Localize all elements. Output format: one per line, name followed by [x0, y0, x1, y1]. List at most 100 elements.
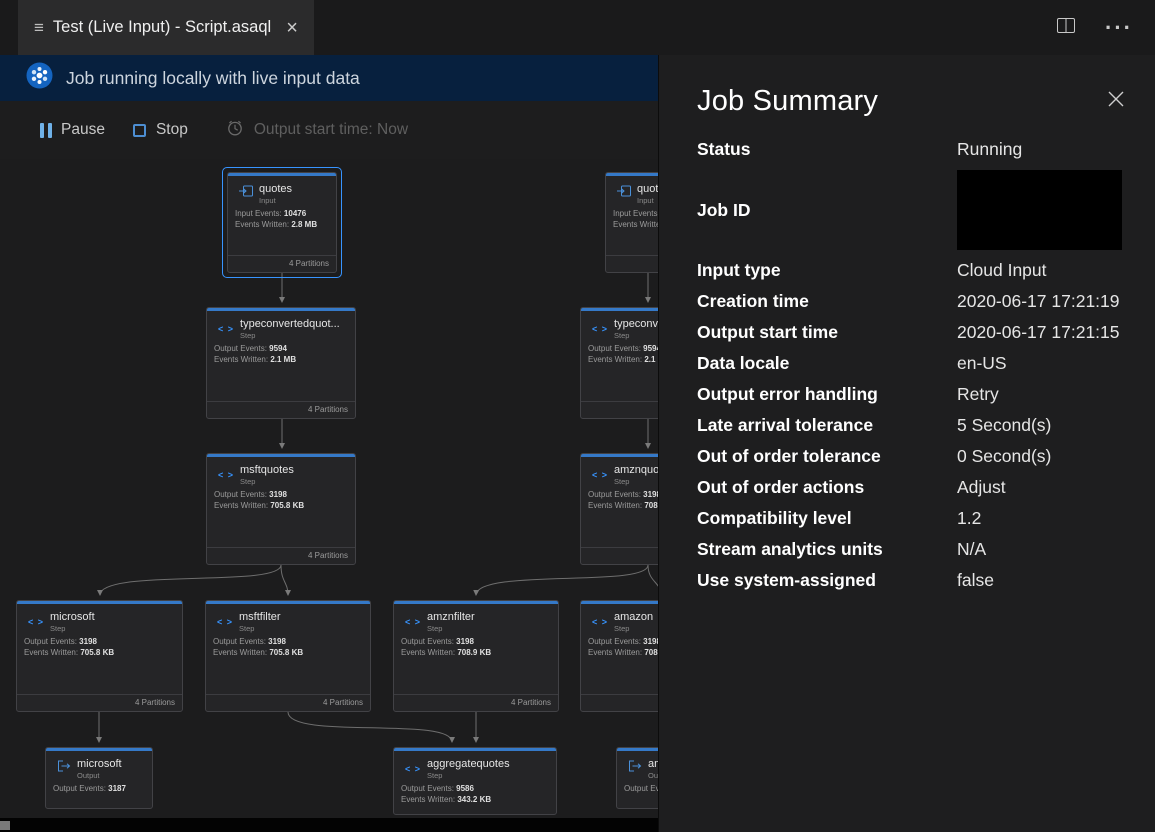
step-icon: < >	[405, 612, 421, 630]
summary-row-input-type: Input typeCloud Input	[697, 260, 1127, 281]
summary-value-redacted	[957, 170, 1122, 250]
node-kind: Step	[427, 771, 510, 780]
horizontal-scrollbar-thumb[interactable]	[0, 821, 10, 830]
summary-value: 5 Second(s)	[957, 415, 1125, 436]
summary-label: Output start time	[697, 322, 957, 343]
summary-value: Running	[957, 139, 1125, 160]
node-kind: Step	[427, 624, 475, 633]
node-output-microsoft[interactable]: microsoftOutputOutput Events: 3187	[45, 747, 153, 809]
node-stat: Events Written: 2.1 MB	[214, 355, 347, 366]
stop-button[interactable]: Stop	[133, 121, 188, 139]
summary-label: Status	[697, 139, 957, 160]
node-stat: Output Events: 3198	[24, 637, 174, 648]
node-step-amznfilter[interactable]: < >amznfilterStepOutput Events: 3198Even…	[393, 600, 559, 712]
node-accent-strip	[46, 748, 152, 751]
clock-icon	[226, 119, 244, 142]
node-kind: Step	[240, 331, 340, 340]
summary-row-output-error-handling: Output error handlingRetry	[697, 384, 1127, 405]
summary-value: N/A	[957, 539, 1125, 560]
node-stat: Events Written: 705.8 KB	[24, 648, 174, 659]
step-icon: < >	[405, 759, 421, 777]
summary-row-job-id: Job ID	[697, 170, 1127, 250]
stream-analytics-job-icon	[26, 62, 53, 94]
output-icon	[57, 759, 71, 777]
panel-title: Job Summary	[697, 81, 878, 121]
node-step-aggregatequotes[interactable]: < > aggregatequotesStep Output Events: 958…	[393, 747, 557, 815]
node-accent-strip	[207, 308, 355, 311]
node-input-quotes[interactable]: quotesInput Input Events: 10476Events Wri…	[227, 172, 337, 273]
pause-button[interactable]: Pause	[40, 121, 105, 139]
node-stat: Output Events: 3198	[213, 637, 362, 648]
input-icon	[239, 184, 253, 202]
summary-label: Use system-assigned	[697, 570, 957, 591]
node-title: aggregatequotes	[427, 758, 510, 770]
node-stat: Output Events: 3198	[214, 490, 347, 501]
vscode-editor-area: quotesInputInput Events: 10476Events Wri…	[0, 0, 1155, 832]
node-kind: Step	[239, 624, 281, 633]
node-stat: Output Events: 9586	[401, 784, 548, 795]
node-accent-strip	[394, 601, 558, 604]
close-icon[interactable]	[1105, 88, 1127, 115]
summary-row-status: StatusRunning	[697, 139, 1127, 160]
output-start-time-indicator: Output start time: Now	[226, 119, 408, 142]
node-step-msftquotes[interactable]: < >msftquotesStepOutput Events: 3198Even…	[206, 453, 356, 565]
node-partitions: 4 Partitions	[207, 547, 355, 564]
more-actions-icon[interactable]: ···	[1105, 23, 1133, 33]
node-stat: Events Written: 705.8 KB	[214, 501, 347, 512]
summary-label: Late arrival tolerance	[697, 415, 957, 436]
summary-row-out-of-order-actions: Out of order actionsAdjust	[697, 477, 1127, 498]
summary-value: 0 Second(s)	[957, 446, 1125, 467]
node-title: microsoft	[77, 758, 122, 770]
summary-row-data-locale: Data localeen-US	[697, 353, 1127, 374]
node-step-msftfilter[interactable]: < >msftfilterStepOutput Events: 3198Even…	[205, 600, 371, 712]
summary-value: Retry	[957, 384, 1125, 405]
summary-label: Creation time	[697, 291, 957, 312]
node-stat: Events Written: 705.8 KB	[213, 648, 362, 659]
summary-row-out-of-order-tolerance: Out of order tolerance0 Second(s)	[697, 446, 1127, 467]
summary-row-creation-time: Creation time2020-06-17 17:21:19	[697, 291, 1127, 312]
node-stat: Events Written: 2.8 MB	[235, 220, 328, 231]
summary-label: Out of order tolerance	[697, 446, 957, 467]
summary-row-use-system-assigned: Use system-assignedfalse	[697, 570, 1127, 591]
node-stat: Input Events: 10476	[235, 209, 328, 220]
summary-row-output-start-time: Output start time2020-06-17 17:21:15	[697, 322, 1127, 343]
tab-title: Test (Live Input) - Script.asaql	[53, 18, 271, 37]
node-stat: Events Written: 343.2 KB	[401, 795, 548, 806]
node-stat: Output Events: 3198	[401, 637, 550, 648]
node-title: typeconvertedquot...	[240, 318, 340, 330]
summary-value: 2020-06-17 17:21:15	[957, 322, 1125, 343]
output-icon	[628, 759, 642, 777]
node-title: microsoft	[50, 611, 95, 623]
summary-row-late-arrival-tolerance: Late arrival tolerance5 Second(s)	[697, 415, 1127, 436]
node-kind: Input	[259, 196, 292, 205]
banner-message: Job running locally with live input data	[66, 68, 360, 89]
pause-icon	[40, 123, 52, 138]
summary-value: false	[957, 570, 1125, 591]
step-icon: < >	[217, 612, 233, 630]
node-title: quotes	[259, 183, 292, 195]
node-title: msftquotes	[240, 464, 294, 476]
summary-value: 2020-06-17 17:21:19	[957, 291, 1125, 312]
summary-row-compatibility-level: Compatibility level1.2	[697, 508, 1127, 529]
node-stat: Events Written: 708.9 KB	[401, 648, 550, 659]
node-accent-strip	[228, 173, 336, 176]
tab-test-live-input[interactable]: ≡ Test (Live Input) - Script.asaql ×	[18, 0, 314, 55]
node-step-microsoft[interactable]: < >microsoftStepOutput Events: 3198Event…	[16, 600, 183, 712]
close-icon[interactable]: ×	[286, 18, 298, 38]
step-icon: < >	[592, 612, 608, 630]
editor-tab-bar: ≡ Test (Live Input) - Script.asaql × ···	[0, 0, 1155, 55]
node-kind: Step	[614, 624, 653, 633]
summary-label: Out of order actions	[697, 477, 957, 498]
summary-label: Compatibility level	[697, 508, 957, 529]
node-step-typeconvertedquot[interactable]: < >typeconvertedquot...StepOutput Events…	[206, 307, 356, 419]
node-accent-strip	[394, 748, 556, 751]
node-stat: Output Events: 3187	[53, 784, 144, 795]
node-partitions: 4 Partitions	[17, 694, 182, 711]
summary-label: Data locale	[697, 353, 957, 374]
node-partitions: 4 Partitions	[206, 694, 370, 711]
summary-value: en-US	[957, 353, 1125, 374]
split-editor-icon[interactable]	[1057, 18, 1075, 38]
summary-label: Output error handling	[697, 384, 957, 405]
node-accent-strip	[206, 601, 370, 604]
step-icon: < >	[592, 319, 608, 337]
